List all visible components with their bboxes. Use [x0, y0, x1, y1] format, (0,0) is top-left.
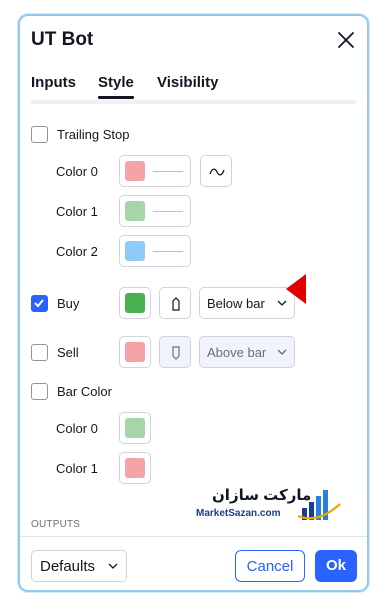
buy-color-button[interactable]	[119, 287, 151, 319]
trailing-stop-color-0-button[interactable]	[119, 155, 191, 187]
buy-shape-button[interactable]	[159, 287, 191, 319]
outputs-section-label: OUTPUTS	[31, 519, 81, 530]
line-wave-icon	[209, 168, 225, 176]
plot-style-button[interactable]	[200, 155, 232, 187]
label-up-icon	[172, 297, 180, 311]
buy-label: Buy	[57, 296, 80, 311]
line-preview	[153, 211, 183, 212]
dialog-title: UT Bot	[31, 29, 94, 50]
trailing-stop-checkbox[interactable]	[31, 126, 48, 143]
trailing-stop-color-2-button[interactable]	[119, 235, 191, 267]
color-swatch	[125, 293, 145, 313]
active-tab-indicator	[98, 96, 134, 99]
trailing-stop-color-1-label: Color 1	[56, 204, 98, 219]
bar-color-checkbox[interactable]	[31, 383, 48, 400]
sell-location-select[interactable]: Above bar	[199, 336, 295, 368]
line-preview	[153, 171, 183, 172]
bar-color-1-button[interactable]	[119, 452, 151, 484]
check-icon	[34, 299, 44, 308]
buy-location-value: Below bar	[207, 296, 265, 311]
defaults-label: Defaults	[40, 558, 96, 575]
sell-color-button[interactable]	[119, 336, 151, 368]
bar-color-0-button[interactable]	[119, 412, 151, 444]
chevron-down-icon	[108, 563, 118, 569]
trailing-stop-color-1-button[interactable]	[119, 195, 191, 227]
marketsazan-watermark: مارکت سازان MarketSazan.com	[196, 486, 346, 526]
trailing-stop-label: Trailing Stop	[57, 127, 130, 142]
defaults-dropdown[interactable]: Defaults	[31, 550, 127, 582]
buy-checkbox[interactable]	[31, 295, 48, 312]
buy-location-select[interactable]: Below bar	[199, 287, 295, 319]
tab-visibility[interactable]: Visibility	[157, 74, 218, 91]
color-swatch	[125, 418, 145, 438]
color-swatch	[125, 241, 145, 261]
red-arrow-annotation-icon	[286, 274, 306, 304]
footer-divider	[20, 536, 367, 537]
close-icon[interactable]	[336, 30, 356, 50]
label-down-icon	[172, 346, 180, 360]
chevron-down-icon	[277, 349, 287, 355]
cancel-button[interactable]: Cancel	[235, 550, 305, 582]
tab-inputs[interactable]: Inputs	[31, 74, 76, 91]
sell-shape-button[interactable]	[159, 336, 191, 368]
sell-location-value: Above bar	[207, 345, 267, 360]
bar-color-0-label: Color 0	[56, 421, 98, 436]
sell-checkbox[interactable]	[31, 344, 48, 361]
watermark-site: MarketSazan.com	[196, 508, 281, 519]
color-swatch	[125, 458, 145, 478]
trailing-stop-color-2-label: Color 2	[56, 244, 98, 259]
bar-color-label: Bar Color	[57, 384, 112, 399]
bar-chart-logo-icon	[297, 490, 341, 520]
tab-style[interactable]: Style	[98, 74, 134, 91]
bar-color-1-label: Color 1	[56, 461, 98, 476]
color-swatch	[125, 201, 145, 221]
line-preview	[153, 251, 183, 252]
color-swatch	[125, 342, 145, 362]
trailing-stop-color-0-label: Color 0	[56, 164, 98, 179]
ok-button[interactable]: Ok	[315, 550, 357, 582]
sell-label: Sell	[57, 345, 79, 360]
tab-divider	[31, 100, 356, 104]
color-swatch	[125, 161, 145, 181]
